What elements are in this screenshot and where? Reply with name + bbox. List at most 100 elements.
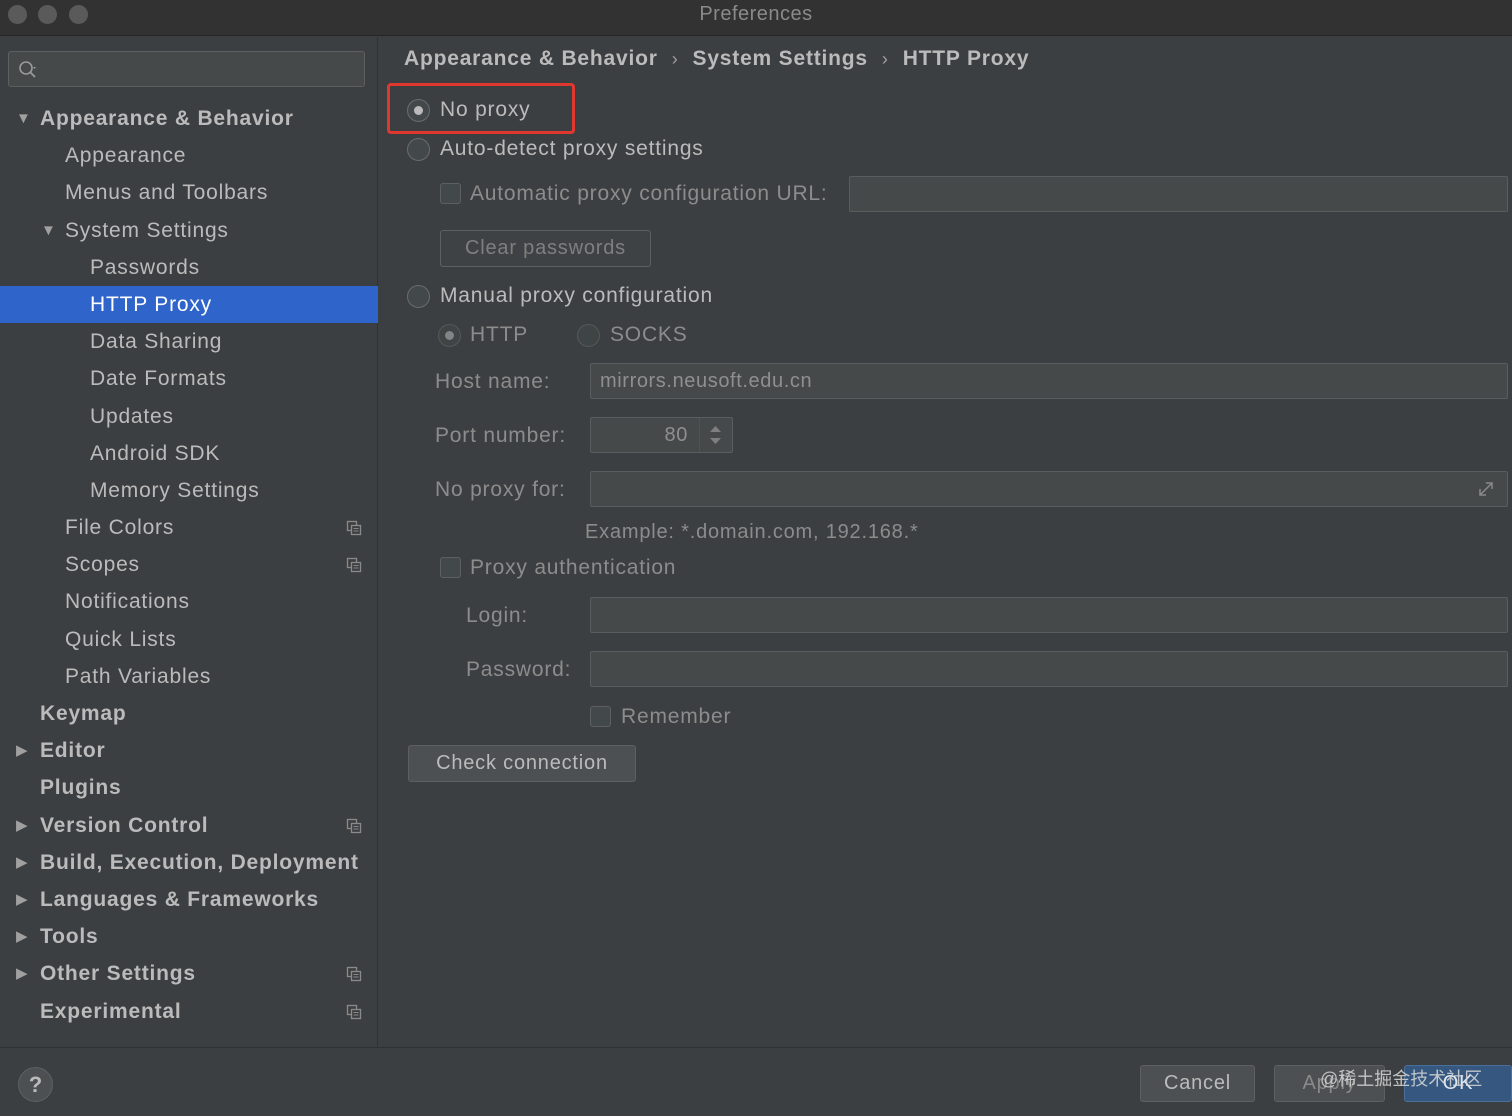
no-proxy-for-input[interactable] bbox=[590, 471, 1508, 507]
project-level-icon bbox=[346, 520, 362, 536]
sidebar-item-menus-and-toolbars[interactable]: Menus and Toolbars bbox=[0, 174, 378, 211]
sidebar-item-version-control[interactable]: ▶ Version Control bbox=[0, 807, 378, 844]
breadcrumb-item[interactable]: Appearance & Behavior bbox=[404, 47, 658, 70]
sidebar-item-label: Quick Lists bbox=[65, 627, 177, 651]
search-icon bbox=[19, 61, 36, 78]
sidebar-item-keymap[interactable]: Keymap bbox=[0, 695, 378, 732]
search-input[interactable] bbox=[43, 52, 361, 86]
no-proxy-for-label: No proxy for: bbox=[435, 478, 566, 501]
sidebar-item-editor[interactable]: ▶ Editor bbox=[0, 732, 378, 769]
breadcrumb-item[interactable]: HTTP Proxy bbox=[903, 47, 1030, 70]
sidebar-item-label: Updates bbox=[90, 404, 174, 428]
sidebar-item-memory-settings[interactable]: Memory Settings bbox=[0, 472, 378, 509]
http-proxy-panel: Appearance & Behavior › System Settings › HT… bbox=[379, 37, 1512, 1047]
sidebar-item-file-colors[interactable]: File Colors bbox=[0, 509, 378, 546]
project-level-icon bbox=[346, 967, 362, 982]
collapse-arrow-icon[interactable]: ▶ bbox=[16, 732, 28, 769]
breadcrumb-item[interactable]: System Settings bbox=[693, 47, 868, 70]
collapse-arrow-icon[interactable]: ▶ bbox=[16, 881, 28, 918]
http-radio[interactable] bbox=[438, 324, 461, 347]
sidebar-item-notifications[interactable]: Notifications bbox=[0, 583, 378, 620]
sidebar-item-label: Version Control bbox=[40, 813, 209, 837]
project-level-icon bbox=[346, 818, 362, 833]
port-number-label: Port number: bbox=[435, 424, 566, 447]
sidebar-item-date-formats[interactable]: Date Formats bbox=[0, 360, 378, 397]
breadcrumb: Appearance & Behavior › System Settings › HT… bbox=[404, 47, 1029, 77]
no-proxy-radio[interactable] bbox=[407, 99, 430, 122]
cancel-button[interactable]: Cancel bbox=[1140, 1065, 1255, 1102]
sidebar-item-appearance-behavior[interactable]: ▼ Appearance & Behavior bbox=[0, 100, 378, 137]
chevron-right-icon: › bbox=[881, 49, 889, 69]
host-name-label: Host name: bbox=[435, 370, 551, 393]
sidebar-item-languages-frameworks[interactable]: ▶ Languages & Frameworks bbox=[0, 881, 378, 918]
sidebar-item-data-sharing[interactable]: Data Sharing bbox=[0, 323, 378, 360]
auto-config-url-label: Automatic proxy configuration URL: bbox=[470, 182, 828, 205]
auto-config-url-checkbox[interactable] bbox=[440, 183, 461, 204]
watermark-text: @稀土掘金技术社区 bbox=[1320, 1069, 1483, 1089]
http-label[interactable]: HTTP bbox=[470, 323, 528, 347]
sidebar-item-label: File Colors bbox=[65, 516, 175, 540]
sidebar-item-label: Appearance & Behavior bbox=[40, 107, 294, 130]
collapse-arrow-icon[interactable]: ▶ bbox=[16, 844, 28, 881]
expand-arrow-icon[interactable]: ▼ bbox=[41, 212, 57, 249]
auto-detect-radio[interactable] bbox=[407, 138, 430, 161]
sidebar-item-experimental[interactable]: Experimental bbox=[0, 993, 378, 1030]
collapse-arrow-icon[interactable]: ▶ bbox=[16, 807, 28, 844]
sidebar-item-android-sdk[interactable]: Android SDK bbox=[0, 435, 378, 472]
manual-proxy-label[interactable]: Manual proxy configuration bbox=[440, 284, 713, 308]
sidebar-item-label: Scopes bbox=[65, 553, 140, 577]
sidebar-item-label: Android SDK bbox=[90, 441, 221, 465]
sidebar-item-scopes[interactable]: Scopes bbox=[0, 546, 378, 583]
help-button[interactable]: ? bbox=[18, 1067, 53, 1102]
collapse-arrow-icon[interactable]: ▶ bbox=[16, 955, 28, 992]
proxy-authentication-checkbox[interactable] bbox=[440, 557, 461, 578]
sidebar-item-system-settings[interactable]: ▼ System Settings bbox=[0, 212, 378, 249]
auto-detect-label[interactable]: Auto-detect proxy settings bbox=[440, 137, 704, 161]
sidebar-item-other-settings[interactable]: ▶ Other Settings bbox=[0, 955, 378, 992]
sidebar-item-quick-lists[interactable]: Quick Lists bbox=[0, 621, 378, 658]
sidebar-item-label: Keymap bbox=[40, 702, 127, 725]
proxy-authentication-label[interactable]: Proxy authentication bbox=[470, 556, 676, 580]
sidebar-item-tools[interactable]: ▶ Tools bbox=[0, 918, 378, 955]
title-bar: Preferences bbox=[0, 0, 1512, 36]
sidebar-item-path-variables[interactable]: Path Variables bbox=[0, 658, 378, 695]
settings-search[interactable] bbox=[8, 51, 365, 87]
sidebar-item-label: Other Settings bbox=[40, 962, 196, 986]
no-proxy-example-text: Example: *.domain.com, 192.168.* bbox=[585, 521, 919, 543]
sidebar-item-label: Data Sharing bbox=[90, 330, 223, 354]
host-name-input[interactable]: mirrors.neusoft.edu.cn bbox=[590, 363, 1508, 399]
project-level-icon bbox=[346, 558, 362, 573]
sidebar-item-label: Languages & Frameworks bbox=[40, 887, 320, 911]
no-proxy-label[interactable]: No proxy bbox=[440, 98, 530, 122]
password-label: Password: bbox=[466, 658, 572, 681]
sidebar-item-label: Date Formats bbox=[90, 367, 227, 391]
settings-sidebar: ▼ Appearance & Behavior Appearance Menus an… bbox=[0, 37, 378, 1047]
sidebar-item-label: Appearance bbox=[65, 144, 187, 168]
clear-passwords-button[interactable]: Clear passwords bbox=[440, 230, 651, 267]
sidebar-item-label: Passwords bbox=[90, 255, 200, 279]
socks-label[interactable]: SOCKS bbox=[610, 323, 688, 347]
sidebar-item-updates[interactable]: Updates bbox=[0, 398, 378, 435]
sidebar-item-plugins[interactable]: Plugins bbox=[0, 769, 378, 806]
manual-proxy-radio[interactable] bbox=[407, 285, 430, 308]
project-level-icon bbox=[346, 1004, 362, 1019]
window-title: Preferences bbox=[699, 3, 813, 25]
password-input[interactable] bbox=[590, 651, 1508, 687]
expand-arrow-icon[interactable]: ▼ bbox=[16, 100, 32, 137]
login-input[interactable] bbox=[590, 597, 1508, 633]
auto-config-url-input[interactable] bbox=[849, 176, 1508, 212]
remember-checkbox[interactable] bbox=[590, 706, 611, 727]
sidebar-item-http-proxy[interactable]: HTTP Proxy bbox=[0, 285, 378, 324]
collapse-arrow-icon[interactable]: ▶ bbox=[16, 918, 28, 955]
check-connection-button[interactable]: Check connection bbox=[408, 745, 636, 782]
sidebar-item-label: Menus and Toolbars bbox=[65, 181, 269, 205]
sidebar-item-label: Path Variables bbox=[65, 664, 212, 688]
expand-icon[interactable] bbox=[1476, 479, 1496, 499]
spinner-arrows-icon[interactable] bbox=[699, 418, 732, 452]
remember-label[interactable]: Remember bbox=[621, 705, 731, 729]
chevron-right-icon: › bbox=[671, 49, 679, 69]
sidebar-item-build-execution-deployment[interactable]: ▶ Build, Execution, Deployment bbox=[0, 844, 378, 881]
socks-radio[interactable] bbox=[577, 324, 600, 347]
sidebar-item-passwords[interactable]: Passwords bbox=[0, 249, 378, 286]
sidebar-item-appearance[interactable]: Appearance bbox=[0, 137, 378, 174]
